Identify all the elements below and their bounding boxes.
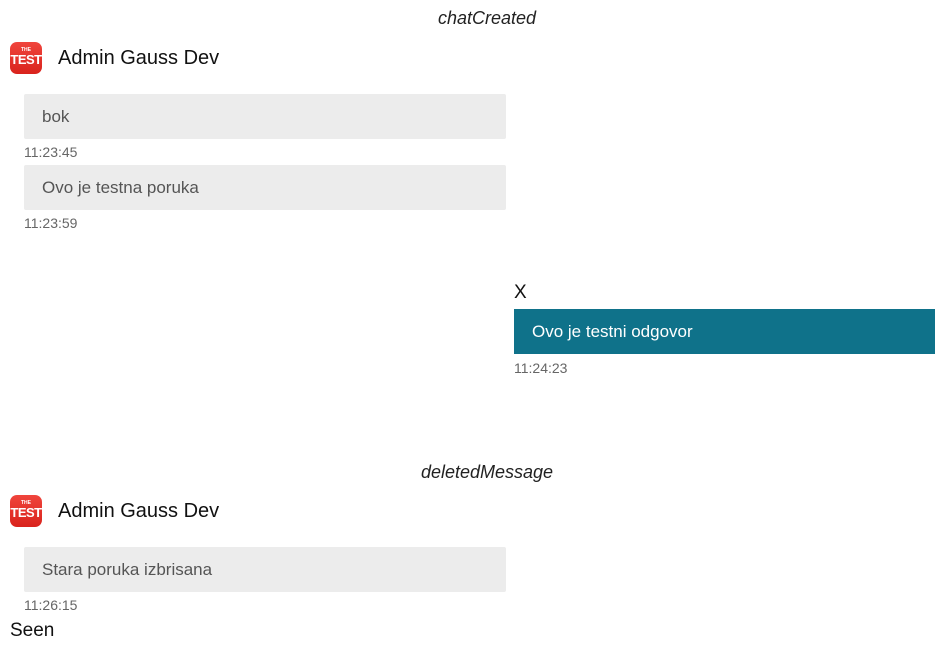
reply-sender-label: X [514,282,527,303]
sender-avatar: THE TEST [10,495,42,527]
message-text: Ovo je testna poruka [42,177,199,197]
message-text: Stara poruka izbrisana [42,559,213,579]
sender-avatar: THE TEST [10,42,42,74]
event-label-chat-created: chatCreated [437,8,537,28]
message-timestamp: 11:23:45 [24,144,78,160]
sender-name: Admin Gauss Dev [58,46,220,69]
outgoing-message-bubble[interactable]: Ovo je testni odgovor [514,309,935,354]
incoming-message-bubble[interactable]: Ovo je testna poruka [24,165,506,210]
message-text: Ovo je testni odgovor [532,321,693,341]
message-text: bok [42,106,70,126]
message-timestamp: 11:24:23 [514,360,568,376]
avatar-big-text: TEST [10,52,42,67]
avatar-big-text: TEST [10,505,42,520]
sender-name: Admin Gauss Dev [58,499,220,522]
incoming-message-bubble[interactable]: Stara poruka izbrisana [24,547,506,592]
message-sender-header: THE TEST Admin Gauss Dev [10,495,219,527]
message-timestamp: 11:26:15 [24,597,78,613]
message-timestamp: 11:23:59 [24,215,78,231]
incoming-message-bubble[interactable]: bok [24,94,506,139]
message-sender-header: THE TEST Admin Gauss Dev [10,42,219,74]
event-label-deleted-message: deletedMessage [420,462,554,482]
seen-status: Seen [10,620,55,641]
